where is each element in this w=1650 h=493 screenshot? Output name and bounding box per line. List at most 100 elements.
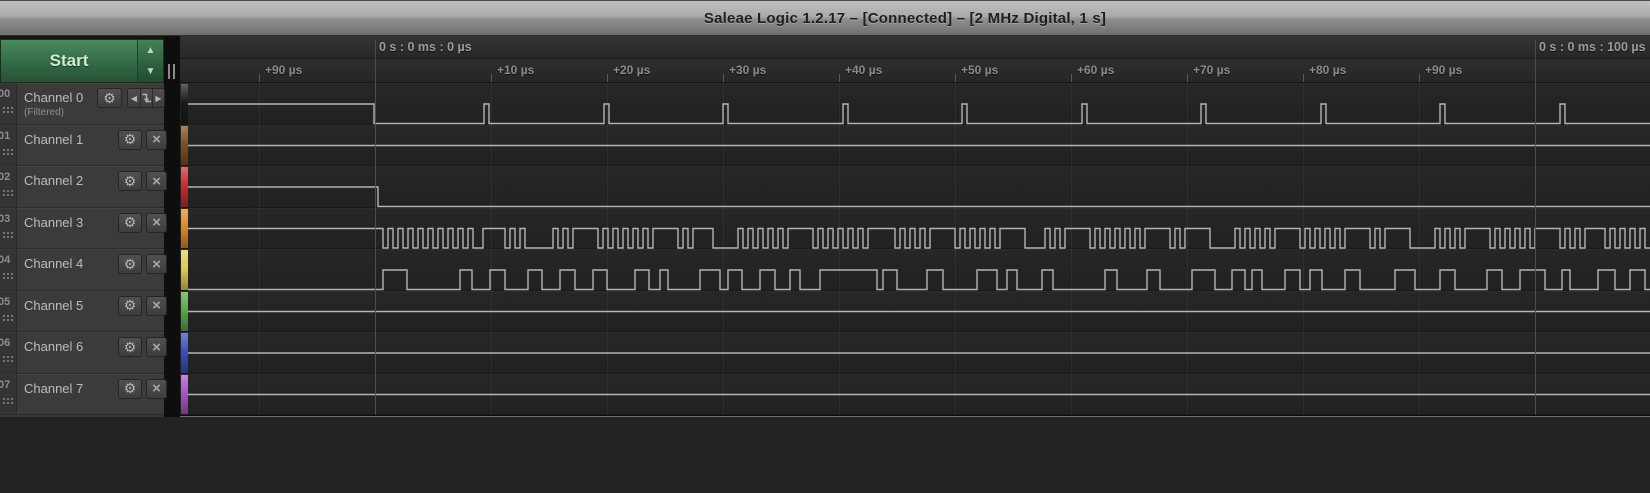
saleae-logic-window: Saleae Logic 1.2.17 – [Connected] – [2 M… xyxy=(0,0,1650,493)
channel-color-strip-03 xyxy=(181,208,188,248)
capture-options-arrows: ▲ ▼ xyxy=(138,39,164,83)
timeline-tick xyxy=(1419,74,1420,82)
timeline-ruler-ticks[interactable]: +90 µs +10 µs +20 µs +30 µs +40 µs +50 µs +60 … xyxy=(180,59,1650,83)
title-bar[interactable]: Saleae Logic 1.2.17 – [Connected] – [2 M… xyxy=(0,0,1650,36)
timeline-tick-label: +90 µs xyxy=(265,63,303,77)
channel-color-strip-00 xyxy=(181,84,188,124)
channel-settings-button[interactable]: ⚙ xyxy=(118,337,142,357)
drag-handle-icon[interactable] xyxy=(3,314,5,317)
channel-row-02: 02 Channel 2 ⚙ × xyxy=(0,166,167,208)
drag-handle-icon[interactable] xyxy=(3,148,5,151)
drag-handle-icon[interactable] xyxy=(3,397,5,400)
resize-grip-icon[interactable] xyxy=(168,64,175,79)
timeline-tick-label: +30 µs xyxy=(729,63,767,77)
timeline-tick xyxy=(491,74,492,82)
drag-handle-icon[interactable] xyxy=(3,273,5,275)
channel-settings-button[interactable]: ⚙ xyxy=(97,88,122,108)
digital-trace-04 xyxy=(188,269,1650,291)
channel-number: 07 xyxy=(0,378,11,391)
channel-color-strip-04 xyxy=(181,250,188,290)
chevron-left-icon: ◀ xyxy=(130,93,138,103)
channel-remove-button[interactable]: × xyxy=(146,254,167,274)
timeline-tick-label: +60 µs xyxy=(1077,63,1115,77)
channel-settings-button[interactable]: ⚙ xyxy=(118,171,142,191)
channel-color-strip-01 xyxy=(181,125,188,165)
timeline-tick-label: +80 µs xyxy=(1309,63,1347,77)
channel-remove-button[interactable]: × xyxy=(146,337,167,357)
gear-icon: ⚙ xyxy=(123,214,137,230)
channel-name: Channel 3 xyxy=(24,214,84,230)
timeline-tick xyxy=(607,74,608,82)
timeline-tick xyxy=(259,74,260,82)
channel-name: Channel 2 xyxy=(24,173,84,188)
channel-settings-button[interactable]: ⚙ xyxy=(118,254,142,274)
channel-remove-button[interactable]: × xyxy=(146,129,167,150)
channel-name: Channel 1 xyxy=(24,131,84,147)
bottom-strip: 矿石收音机 www.crystalradio.cn xyxy=(0,417,1650,493)
gear-icon: ⚙ xyxy=(103,89,116,106)
gear-icon: ⚙ xyxy=(123,172,137,189)
channel-number: 03 xyxy=(0,212,11,225)
drag-handle-icon[interactable] xyxy=(3,190,5,192)
drag-handle-icon[interactable] xyxy=(3,231,5,234)
chevron-down-icon[interactable]: ▼ xyxy=(138,61,163,82)
window-title: Saleae Logic 1.2.17 – [Connected] – [2 M… xyxy=(703,9,1107,27)
close-icon: × xyxy=(152,380,161,397)
close-icon: × xyxy=(152,172,161,190)
digital-trace-03 xyxy=(188,227,1650,249)
channel-remove-button[interactable]: × xyxy=(146,378,167,399)
channel-color-strip-07 xyxy=(181,374,188,414)
channel-row-01: 01 Channel 1 ⚙ × xyxy=(0,125,167,166)
channel-row-00: 00 Channel 0 (Filtered) ⚙ ◀ ▶ xyxy=(0,83,165,125)
channel-row-04: 04 Channel 4 ⚙ × xyxy=(0,249,167,291)
channel-settings-button[interactable]: ⚙ xyxy=(118,129,142,150)
timeline-tick xyxy=(955,74,956,82)
timeline-tick xyxy=(723,74,724,82)
chevron-up-icon[interactable]: ▲ xyxy=(138,40,163,61)
channel-name: Channel 6 xyxy=(24,339,84,354)
timeline-tick xyxy=(1071,74,1072,82)
start-button[interactable]: Start xyxy=(0,39,138,83)
timeline-ruler-absolute[interactable]: 0 s : 0 ms : 0 µs 0 s : 0 ms : 100 µs xyxy=(180,36,1650,59)
channel-remove-button[interactable]: × xyxy=(146,212,167,233)
close-icon: × xyxy=(152,255,161,273)
channel-row-07: 07 Channel 7 ⚙ × xyxy=(0,374,167,415)
channel-color-strip-06 xyxy=(181,333,188,373)
gear-icon: ⚙ xyxy=(123,255,137,272)
channel-number: 05 xyxy=(0,295,11,308)
timeline-tick-label: +40 µs xyxy=(845,63,883,77)
channel-settings-button[interactable]: ⚙ xyxy=(118,212,142,233)
timeline-tick-label: +10 µs xyxy=(497,63,535,77)
channel-settings-button[interactable]: ⚙ xyxy=(118,378,142,399)
timeline-major-gridline xyxy=(1535,40,1536,415)
gear-icon: ⚙ xyxy=(123,131,137,147)
capture-controls: Start ▲ ▼ xyxy=(0,36,168,83)
channel-remove-button[interactable]: × xyxy=(146,295,167,316)
trigger-edge-icon xyxy=(142,93,151,103)
drag-handle-icon[interactable] xyxy=(3,107,5,109)
gear-icon: ⚙ xyxy=(123,380,137,396)
channel-row-06: 06 Channel 6 ⚙ × xyxy=(0,332,167,374)
channel-number: 06 xyxy=(0,337,11,349)
channel-number: 01 xyxy=(0,129,11,142)
channel-number: 00 xyxy=(0,88,11,100)
close-icon: × xyxy=(152,131,161,148)
channel-name: Channel 7 xyxy=(24,380,84,396)
chevron-right-icon: ▶ xyxy=(155,93,162,103)
next-edge-button[interactable]: ▶ xyxy=(152,89,164,107)
timeline-tick xyxy=(1187,74,1188,82)
prev-edge-button[interactable]: ◀ xyxy=(128,89,140,107)
close-icon: × xyxy=(152,338,161,356)
channel-settings-button[interactable]: ⚙ xyxy=(118,295,142,316)
channel-number: 02 xyxy=(0,171,11,183)
drag-handle-icon[interactable] xyxy=(3,356,5,358)
channel-panel: 00 Channel 0 (Filtered) ⚙ ◀ ▶ 01 Channel 1 ⚙ × 02 C… xyxy=(0,83,167,434)
timeline-tick xyxy=(839,74,840,82)
start-button-label: Start xyxy=(49,51,89,70)
channel-color-strip-02 xyxy=(181,167,188,207)
channel-row-03: 03 Channel 3 ⚙ × xyxy=(0,208,167,249)
timeline-tick-label: +20 µs xyxy=(613,63,651,77)
trigger-type-button[interactable] xyxy=(140,89,152,107)
channel-remove-button[interactable]: × xyxy=(146,171,167,191)
timeline-tick-label: +50 µs xyxy=(961,63,999,77)
